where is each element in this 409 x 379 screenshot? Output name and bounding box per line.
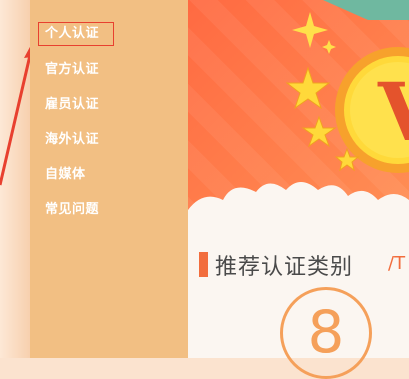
- sidebar-item-overseas[interactable]: 海外认证: [45, 128, 99, 147]
- sidebar-item-official[interactable]: 官方认证: [45, 58, 99, 77]
- banner: V: [188, 0, 409, 225]
- banner-illustration: V: [188, 0, 409, 225]
- sidebar-item-partial: ······: [45, 0, 75, 6]
- section-title: 推荐认证类别: [215, 255, 354, 280]
- section-marker: [199, 252, 208, 277]
- svg-text:V: V: [377, 65, 409, 159]
- section-suffix-link[interactable]: /T: [388, 253, 405, 274]
- star-icon: [301, 115, 337, 148]
- content-area: 推荐认证类别 /T 8: [188, 225, 409, 379]
- sidebar-item-self-media[interactable]: 自媒体: [45, 163, 86, 182]
- category-badge-number: 8: [307, 298, 345, 366]
- category-badge[interactable]: 8: [280, 287, 372, 379]
- sparkle-icon: [322, 40, 336, 54]
- sidebar: ······ 个人认证 官方认证 雇员认证 海外认证 自媒体 常见问题: [30, 0, 188, 358]
- star-icon: [285, 66, 331, 110]
- sidebar-item-employee[interactable]: 雇员认证: [45, 93, 99, 112]
- sidebar-item-faq[interactable]: 常见问题: [45, 198, 99, 217]
- sparkle-icon: [292, 12, 328, 48]
- sidebar-item-personal[interactable]: 个人认证: [38, 22, 114, 46]
